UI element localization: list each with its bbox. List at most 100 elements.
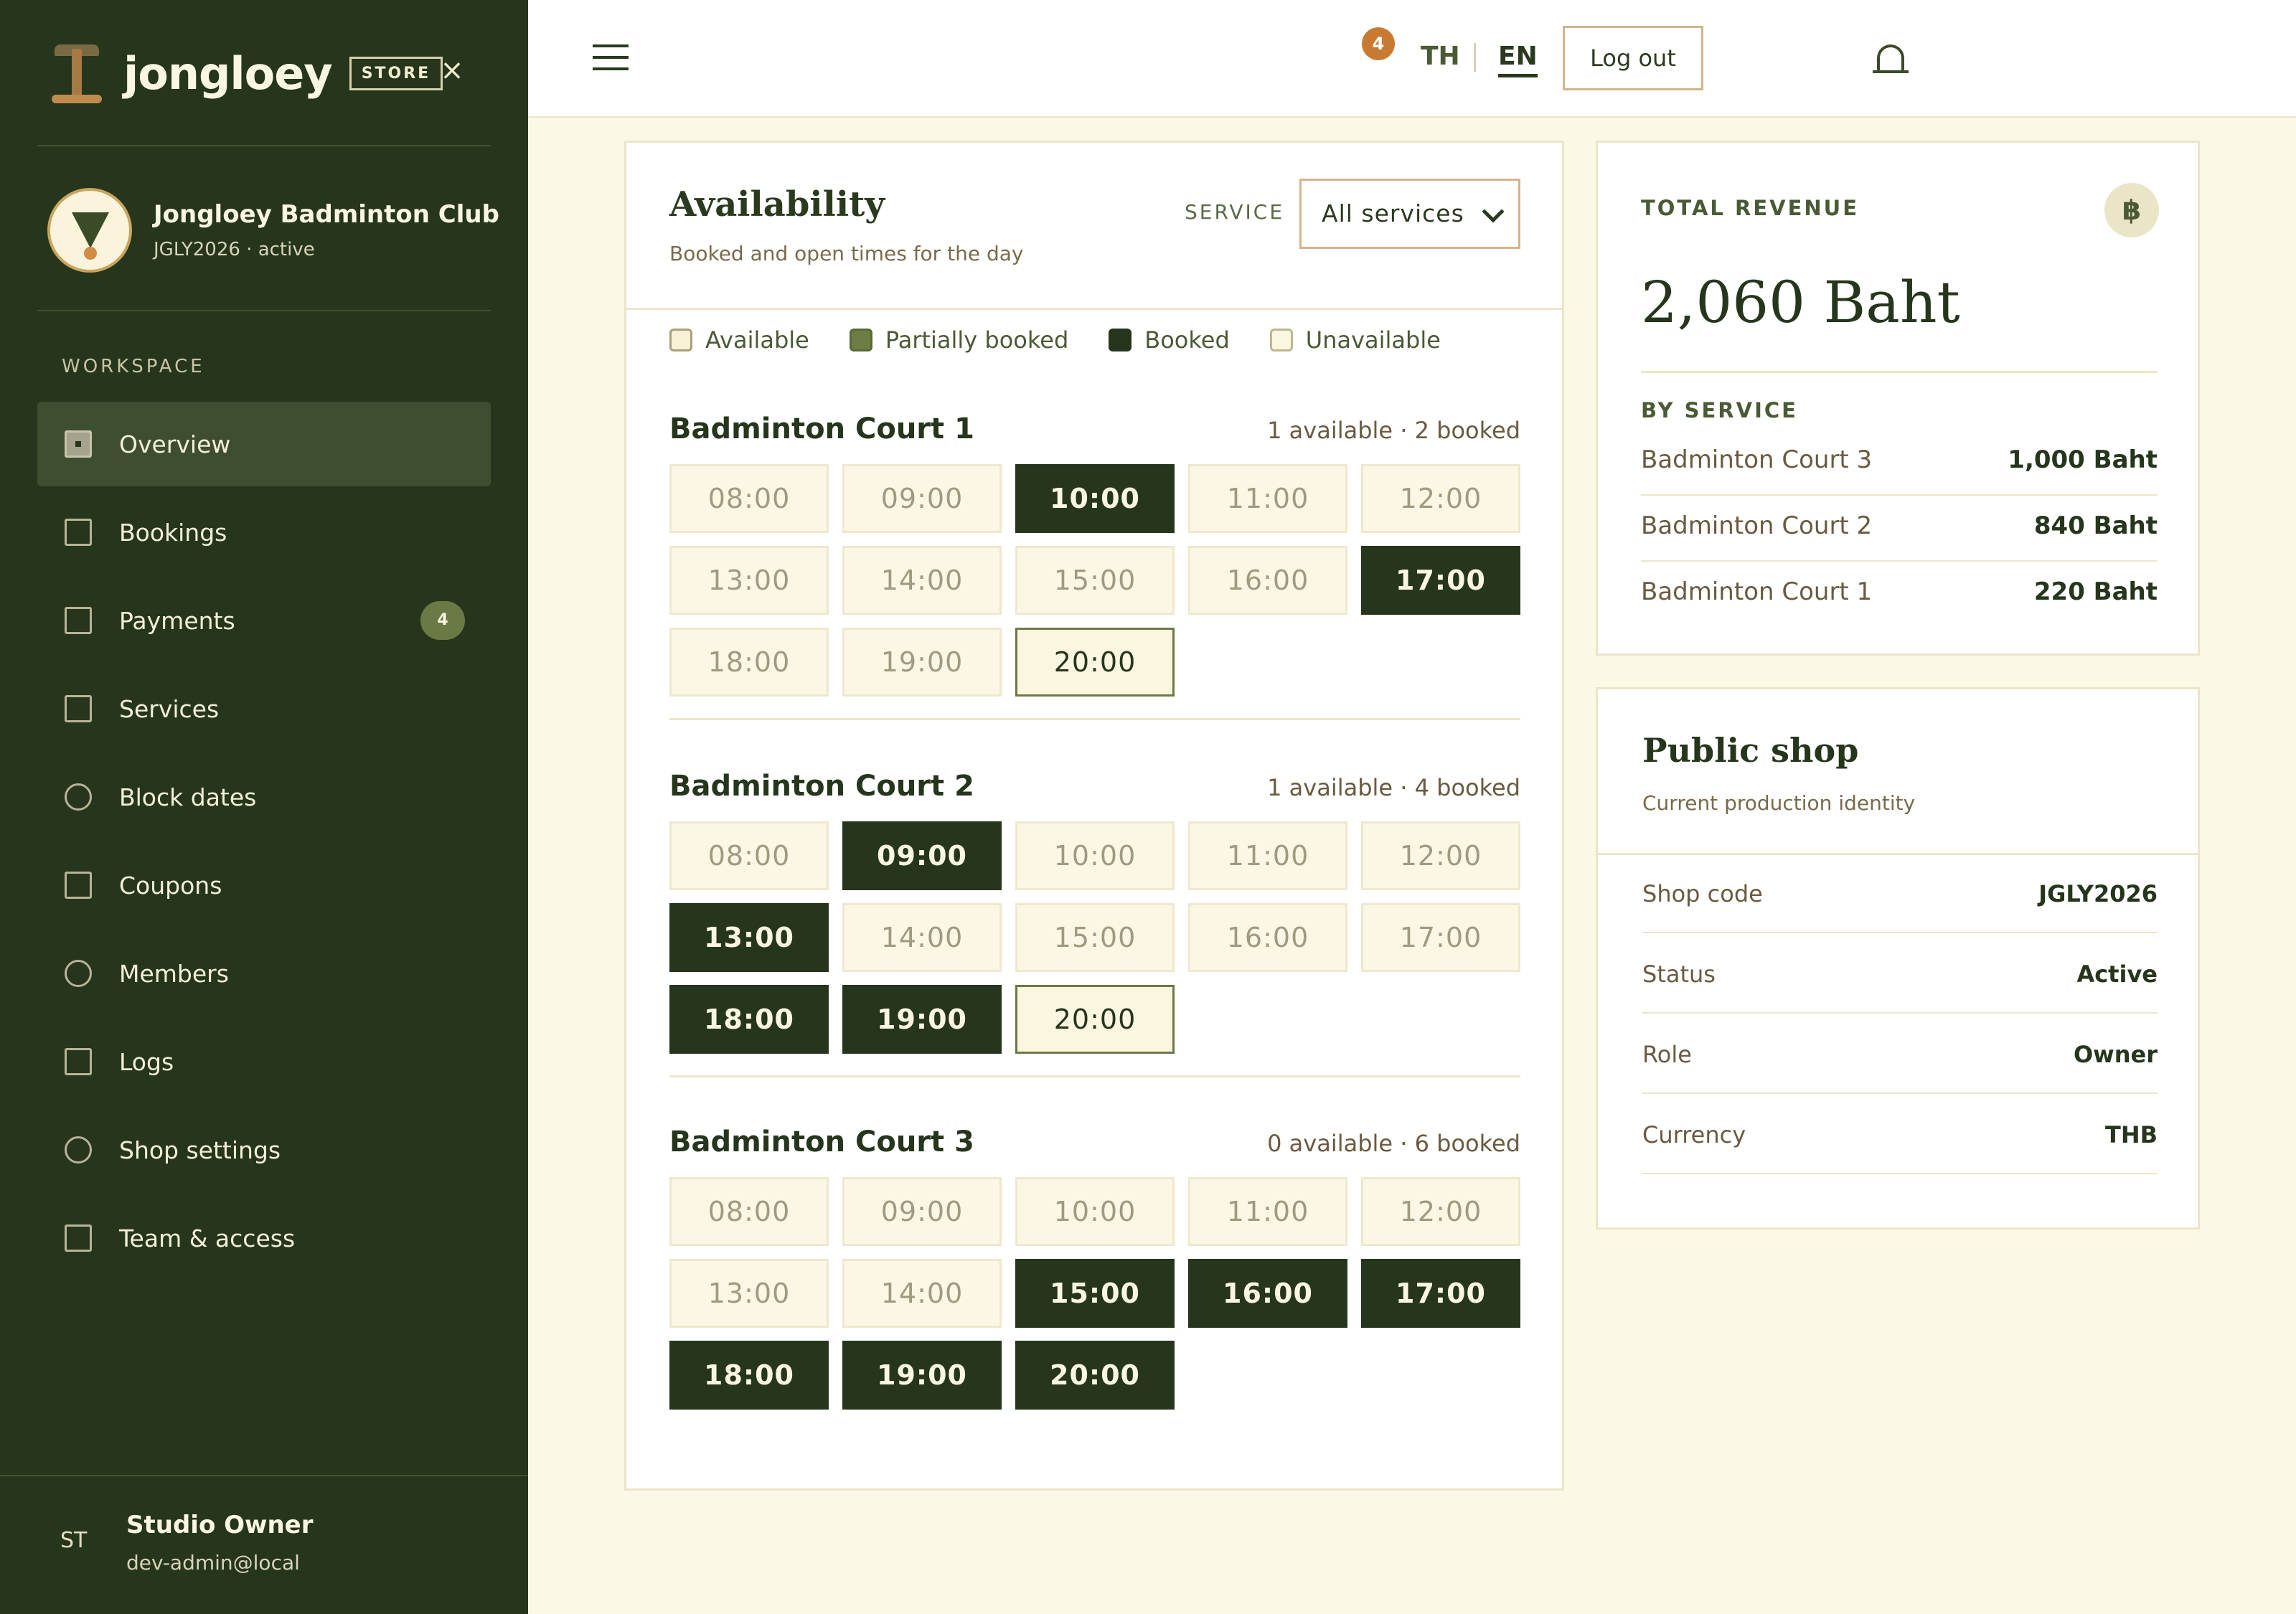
time-slot[interactable]: 11:00	[1188, 821, 1347, 890]
time-slot[interactable]: 13:00	[669, 1259, 829, 1328]
revenue-card: TOTAL REVENUE ฿ 2,060 Baht BY SERVICE Ba…	[1596, 141, 2200, 656]
court-title: Badminton Court 2	[669, 770, 974, 803]
court-availability-count: 1 available · 2 booked	[1267, 417, 1520, 444]
shop-row-value: THB	[2105, 1121, 2158, 1148]
time-slot[interactable]: 09:00	[842, 821, 1002, 890]
revenue-amount: 2,060 Baht	[1641, 269, 1960, 336]
sidebar-item-bookings[interactable]: Bookings	[37, 490, 491, 575]
sidebar-item-services[interactable]: Services	[37, 666, 491, 751]
divider	[37, 145, 491, 146]
time-slot[interactable]: 16:00	[1188, 903, 1347, 972]
sidebar-item-payments[interactable]: Payments 4	[37, 578, 491, 663]
time-slot[interactable]: 18:00	[669, 628, 829, 697]
time-slot[interactable]: 17:00	[1361, 1259, 1520, 1328]
sidebar-item-overview[interactable]: Overview	[37, 402, 491, 486]
time-slot[interactable]: 19:00	[842, 1341, 1002, 1410]
user-avatar[interactable]: ST	[60, 1528, 87, 1553]
top-bar: 4 TH EN Log out	[528, 0, 2296, 118]
shop-row-value: Active	[2076, 961, 2158, 988]
divider	[37, 310, 491, 311]
time-slot[interactable]: 08:00	[669, 1177, 829, 1246]
time-slot[interactable]: 10:00	[1015, 1177, 1175, 1246]
payments-count-badge: 4	[420, 601, 465, 640]
legend-swatch	[1269, 329, 1293, 351]
time-slot[interactable]: 19:00	[842, 628, 1002, 697]
time-slot[interactable]: 20:00	[1015, 985, 1175, 1054]
sidebar-item-label: Coupons	[119, 871, 222, 900]
sidebar-item-label: Services	[119, 694, 220, 723]
divider	[626, 308, 1562, 310]
lang-th-button[interactable]: TH	[1421, 42, 1460, 71]
time-slot[interactable]: 17:00	[1361, 903, 1520, 972]
time-slot[interactable]: 19:00	[842, 985, 1002, 1054]
time-slot[interactable]: 18:00	[669, 1341, 829, 1410]
time-slot[interactable]: 11:00	[1188, 1177, 1347, 1246]
time-slot[interactable]: 10:00	[1015, 821, 1175, 890]
time-slot[interactable]: 16:00	[1188, 546, 1347, 615]
sidebar-item-coupons[interactable]: Coupons	[37, 843, 491, 928]
time-slot[interactable]: 20:00	[1015, 1341, 1175, 1410]
time-slot[interactable]: 15:00	[1015, 903, 1175, 972]
time-slot[interactable]: 20:00	[1015, 628, 1175, 697]
time-slot[interactable]: 08:00	[669, 464, 829, 533]
time-slot[interactable]: 12:00	[1361, 1177, 1520, 1246]
time-slot[interactable]: 08:00	[669, 821, 829, 890]
sidebar-item-label: Shop settings	[119, 1136, 281, 1164]
time-slot[interactable]: 17:00	[1361, 546, 1520, 615]
time-slot[interactable]: 12:00	[1361, 821, 1520, 890]
service-select-value: All services	[1322, 199, 1464, 227]
close-icon[interactable]: ×	[436, 55, 468, 86]
time-slot[interactable]: 12:00	[1361, 464, 1520, 533]
revenue-service-name: Badminton Court 3	[1641, 445, 1873, 474]
by-service-label: BY SERVICE	[1641, 398, 1798, 423]
shop-row-status: Status Active	[1642, 933, 2158, 1014]
legend-booked: Booked	[1109, 326, 1230, 354]
shop-row-role: Role Owner	[1642, 1014, 2158, 1094]
court-availability-count: 1 available · 4 booked	[1267, 774, 1520, 801]
club-avatar	[47, 188, 132, 273]
revenue-service-value: 220 Baht	[2033, 577, 2158, 606]
shop-row-code: Shop code JGLY2026	[1642, 853, 2158, 933]
legend-label: Unavailable	[1305, 326, 1441, 354]
time-slot[interactable]: 09:00	[842, 1177, 1002, 1246]
legend-available: Available	[669, 326, 809, 354]
menu-icon[interactable]	[593, 44, 629, 73]
club-name: Jongloey Badminton Club	[154, 200, 499, 229]
time-slot[interactable]: 14:00	[842, 903, 1002, 972]
time-slot[interactable]: 10:00	[1015, 464, 1175, 533]
time-slot[interactable]: 15:00	[1015, 1259, 1175, 1328]
block-dates-icon	[65, 783, 92, 811]
availability-card: Availability Booked and open times for t…	[624, 141, 1564, 1491]
sidebar-item-shop-settings[interactable]: Shop settings	[37, 1108, 491, 1192]
user-name: Studio Owner	[126, 1511, 314, 1539]
time-slot[interactable]: 15:00	[1015, 546, 1175, 615]
sidebar-item-logs[interactable]: Logs	[37, 1019, 491, 1104]
sidebar-item-team-access[interactable]: Team & access	[37, 1196, 491, 1280]
divider	[669, 718, 1520, 720]
overview-icon	[65, 430, 92, 458]
time-slot[interactable]: 09:00	[842, 464, 1002, 533]
legend-label: Available	[705, 326, 809, 354]
sidebar-item-members[interactable]: Members	[37, 931, 491, 1016]
coupons-icon	[65, 872, 92, 899]
legend-partial: Partially booked	[849, 326, 1069, 354]
legend-swatch	[849, 329, 872, 351]
logout-button[interactable]: Log out	[1563, 26, 1703, 90]
logs-icon	[65, 1048, 92, 1075]
time-slot[interactable]: 14:00	[842, 546, 1002, 615]
bell-icon[interactable]	[1871, 37, 1911, 80]
time-slot[interactable]: 16:00	[1188, 1259, 1347, 1328]
shop-row-key: Currency	[1642, 1121, 1746, 1148]
time-slot[interactable]: 18:00	[669, 985, 829, 1054]
sidebar-item-block-dates[interactable]: Block dates	[37, 755, 491, 839]
time-slot[interactable]: 11:00	[1188, 464, 1347, 533]
time-slot[interactable]: 13:00	[669, 546, 829, 615]
service-select[interactable]: All services	[1299, 179, 1520, 249]
shop-row-currency: Currency THB	[1642, 1094, 2158, 1174]
legend-label: Partially booked	[885, 326, 1069, 354]
revenue-row: Badminton Court 3 1,000 Baht	[1641, 430, 2158, 496]
revenue-row: Badminton Court 1 220 Baht	[1641, 562, 2158, 628]
time-slot[interactable]: 14:00	[842, 1259, 1002, 1328]
lang-en-button[interactable]: EN	[1498, 42, 1538, 77]
time-slot[interactable]: 13:00	[669, 903, 829, 972]
